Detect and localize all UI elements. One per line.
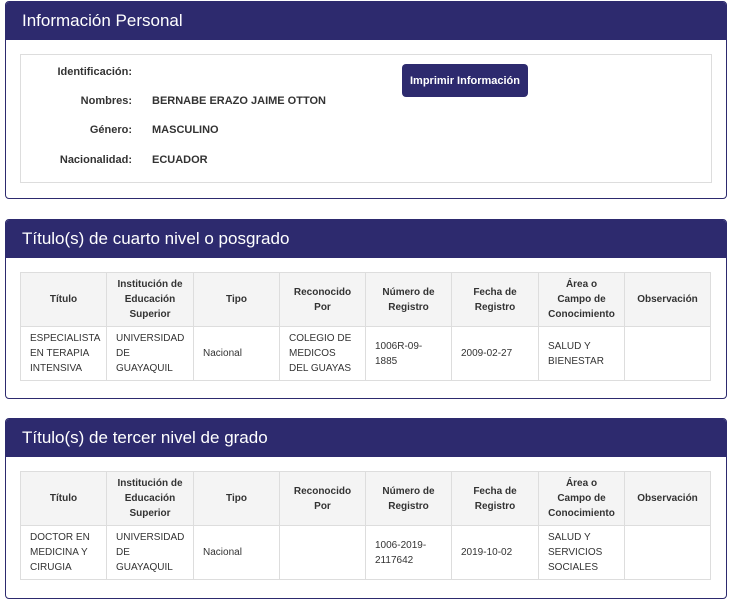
personal-info-box: Identificación: Nombres: BERNABE ERAZO J… bbox=[20, 54, 712, 183]
nombres-value: BERNABE ERAZO JAIME OTTON bbox=[152, 95, 326, 107]
cuarto-nivel-body: Título Institución de Educación Superior… bbox=[6, 258, 726, 395]
genero-label: Género: bbox=[89, 124, 132, 136]
identificacion-label: Identificación: bbox=[57, 66, 132, 78]
table-row: DOCTOR EN MEDICINA Y CIRUGIA UNIVERSIDAD… bbox=[20, 525, 711, 580]
col-header-area: Área o Campo de Conocimiento bbox=[538, 471, 625, 526]
personal-info-body: Identificación: Nombres: BERNABE ERAZO J… bbox=[6, 40, 726, 197]
cell-reconocido bbox=[279, 525, 366, 580]
cell-titulo: DOCTOR EN MEDICINA Y CIRUGIA bbox=[20, 525, 107, 580]
col-header-fecha: Fecha de Registro bbox=[451, 471, 539, 526]
cell-area: SALUD Y SERVICIOS SOCIALES bbox=[538, 525, 625, 580]
personal-info-panel: Información Personal Identificación: Nom… bbox=[5, 1, 727, 199]
tercer-nivel-panel: Título(s) de tercer nivel de grado Títul… bbox=[5, 418, 727, 599]
col-header-reconocido: Reconocido Por bbox=[279, 272, 366, 327]
col-header-numero: Número de Registro bbox=[365, 471, 452, 526]
print-info-button[interactable]: Imprimir Información bbox=[402, 64, 528, 97]
cell-fecha: 2009-02-27 bbox=[451, 326, 539, 381]
personal-info-title: Información Personal bbox=[6, 2, 726, 40]
cell-institucion: UNIVERSIDAD DE GUAYAQUIL bbox=[106, 525, 194, 580]
col-header-numero: Número de Registro bbox=[365, 272, 452, 327]
cuarto-nivel-table: Título Institución de Educación Superior… bbox=[20, 272, 711, 381]
table-row: ESPECIALISTA EN TERAPIA INTENSIVA UNIVER… bbox=[20, 326, 711, 381]
col-header-tipo: Tipo bbox=[193, 272, 280, 327]
nacionalidad-label: Nacionalidad: bbox=[59, 154, 132, 166]
col-header-titulo: Título bbox=[20, 471, 107, 526]
cell-area: SALUD Y BIENESTAR bbox=[538, 326, 625, 381]
table-header-row: Título Institución de Educación Superior… bbox=[20, 471, 711, 526]
col-header-observacion: Observación bbox=[624, 471, 711, 526]
cell-fecha: 2019-10-02 bbox=[451, 525, 539, 580]
col-header-institucion: Institución de Educación Superior bbox=[106, 272, 194, 327]
nombres-label: Nombres: bbox=[80, 95, 132, 107]
col-header-institucion: Institución de Educación Superior bbox=[106, 471, 194, 526]
tercer-nivel-body: Título Institución de Educación Superior… bbox=[6, 457, 726, 594]
cell-institucion: UNIVERSIDAD DE GUAYAQUIL bbox=[106, 326, 194, 381]
col-header-titulo: Título bbox=[20, 272, 107, 327]
col-header-fecha: Fecha de Registro bbox=[451, 272, 539, 327]
cell-numero: 1006R-09-1885 bbox=[365, 326, 452, 381]
col-header-tipo: Tipo bbox=[193, 471, 280, 526]
cuarto-nivel-title: Título(s) de cuarto nivel o posgrado bbox=[6, 220, 726, 258]
col-header-observacion: Observación bbox=[624, 272, 711, 327]
cell-tipo: Nacional bbox=[193, 525, 280, 580]
cell-numero: 1006-2019-2117642 bbox=[365, 525, 452, 580]
cell-observacion bbox=[624, 326, 711, 381]
tercer-nivel-table: Título Institución de Educación Superior… bbox=[20, 471, 711, 580]
cell-titulo: ESPECIALISTA EN TERAPIA INTENSIVA bbox=[20, 326, 107, 381]
cell-tipo: Nacional bbox=[193, 326, 280, 381]
cell-reconocido: COLEGIO DE MEDICOS DEL GUAYAS bbox=[279, 326, 366, 381]
col-header-reconocido: Reconocido Por bbox=[279, 471, 366, 526]
genero-value: MASCULINO bbox=[152, 124, 219, 136]
tercer-nivel-title: Título(s) de tercer nivel de grado bbox=[6, 419, 726, 457]
col-header-area: Área o Campo de Conocimiento bbox=[538, 272, 625, 327]
table-header-row: Título Institución de Educación Superior… bbox=[20, 272, 711, 327]
nacionalidad-value: ECUADOR bbox=[152, 154, 208, 166]
cell-observacion bbox=[624, 525, 711, 580]
cuarto-nivel-panel: Título(s) de cuarto nivel o posgrado Tít… bbox=[5, 219, 727, 399]
